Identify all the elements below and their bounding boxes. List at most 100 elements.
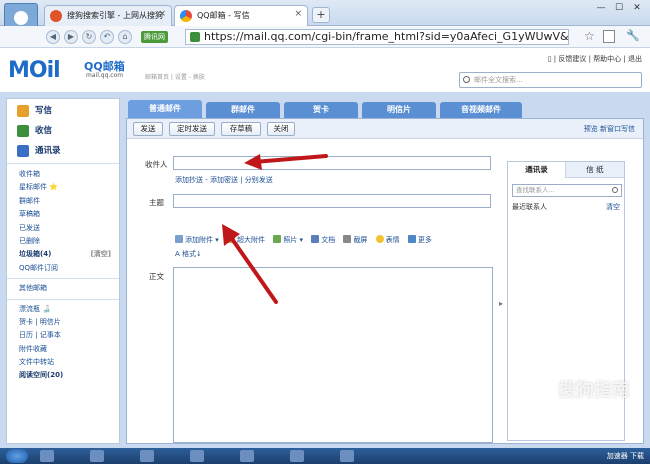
taskbar-app-icon[interactable] (240, 450, 254, 462)
taskbar-app-icon[interactable] (90, 450, 104, 462)
header-sub-links[interactable]: 邮箱首页 | 设置 - 换肤 (145, 72, 205, 81)
folder-inbox[interactable]: 收件箱 (7, 168, 119, 181)
watermark-text: 搜狗指南 (558, 380, 630, 401)
sidebar-item-inbox[interactable]: 收信 (7, 121, 119, 141)
to-field[interactable] (173, 156, 491, 170)
document-button[interactable]: 文档 (311, 235, 335, 244)
send-button[interactable]: 发送 (133, 122, 163, 136)
folder-spam-label: 垃圾箱(4) (19, 250, 52, 259)
save-draft-button[interactable]: 存草稿 (221, 122, 261, 136)
taskbar-app-icon[interactable] (140, 450, 154, 462)
more-button[interactable]: 更多 (407, 235, 432, 244)
sidebar-item-contacts[interactable]: 通讯录 (7, 141, 119, 161)
add-attachment-button[interactable]: 添加附件 ▾ (175, 235, 219, 244)
logout-link[interactable]: 退出 (628, 55, 642, 63)
clear-spam-link[interactable]: [清空] (91, 248, 111, 261)
schedule-send-button[interactable]: 定时发送 (169, 122, 215, 136)
folder-group[interactable]: 群邮件 (7, 195, 119, 208)
format-link[interactable]: A 格式↓ (175, 249, 202, 259)
screenshot-button[interactable]: 截屏 (343, 235, 368, 244)
folder-spam[interactable]: 垃圾箱(4) [清空] (7, 248, 119, 261)
app-cards[interactable]: 贺卡 | 明信片 (7, 316, 119, 329)
folder-list: 收件箱 星标邮件 ⭐ 群邮件 草稿箱 已发送 已删除 垃圾箱(4) [清空] Q… (7, 164, 119, 383)
help-link[interactable]: 帮助中心 (593, 55, 621, 63)
tab-postcard[interactable]: 明信片 (362, 102, 436, 118)
taskbar-app-icon[interactable] (190, 450, 204, 462)
app-file-transfer[interactable]: 文件中转站 (7, 356, 119, 369)
tab-greeting-card[interactable]: 贺卡 (284, 102, 358, 118)
browser-tab-qqmail[interactable]: QQ邮箱 - 写信 × (174, 5, 308, 26)
attach-bar: 添加附件 ▾ 超大附件 照片 ▾ 文档 截屏 表情 更多 (175, 235, 515, 245)
address-bar[interactable]: https://mail.qq.com/cgi-bin/frame_html?s… (185, 29, 569, 45)
app-attachments[interactable]: 附件收藏 (7, 343, 119, 356)
scissors-icon (343, 235, 352, 243)
start-button[interactable] (6, 449, 28, 463)
qqmail-logo[interactable]: MOil (8, 58, 61, 83)
tab-group-mail[interactable]: 群邮件 (206, 102, 280, 118)
subject-field[interactable] (173, 194, 491, 208)
large-attachment-button[interactable]: 超大附件 (226, 235, 265, 244)
logo-domain: mail.qq.com (86, 72, 124, 79)
subject-label: 主题 (149, 198, 164, 207)
maximize-button[interactable]: ☐ (610, 2, 628, 16)
compose-toolbar: 发送 定时发送 存草稿 关闭 预览 新窗口写信 (127, 119, 643, 139)
refresh-icon[interactable]: ↻ (82, 30, 96, 44)
other-mailboxes[interactable]: 其他邮箱 (7, 282, 119, 295)
tab-av-mail[interactable]: 音视频邮件 (440, 102, 522, 118)
taskbar-app-icon[interactable] (340, 450, 354, 462)
emoji-button[interactable]: 表情 (375, 235, 400, 244)
app-drift-bottle[interactable]: 漂流瓶 🍶 (7, 303, 119, 316)
large-attachment-label: 超大附件 (236, 236, 265, 244)
folder-deleted[interactable]: 已删除 (7, 235, 119, 248)
taskbar-app-icon[interactable] (40, 450, 54, 462)
forward-icon[interactable]: ▶ (64, 30, 78, 44)
main-area: 写信 收信 通讯录 收件箱 星标邮件 ⭐ 群邮件 草稿箱 已发送 已删除 垃圾箱… (0, 92, 650, 448)
photo-button[interactable]: 照片 ▾ (273, 235, 303, 244)
browser-tab-sogou[interactable]: 搜狗搜索引擎 - 上网从搜狗 × (44, 5, 172, 26)
mail-search-input[interactable]: 邮件全文搜索... (459, 72, 642, 88)
folder-drafts[interactable]: 草稿箱 (7, 208, 119, 221)
close-window-button[interactable]: ✕ (628, 2, 646, 16)
browser-titlebar: 搜狗搜索引擎 - 上网从搜狗 × QQ邮箱 - 写信 × + — ☐ ✕ (0, 0, 650, 43)
star-icon[interactable]: ☆ (584, 29, 595, 43)
tab-contacts[interactable]: 通讯录 (508, 162, 566, 178)
search-icon (612, 187, 618, 193)
sogou-icon (50, 10, 62, 22)
clear-recent-link[interactable]: 清空 (606, 202, 620, 212)
folder-subscriptions[interactable]: QQ邮件订阅 (7, 262, 119, 275)
cc-links[interactable]: 添加抄送 - 添加密送 | 分别发送 (175, 175, 273, 185)
sidebar-item-compose[interactable]: 写信 (7, 101, 119, 121)
tab-label: 搜狗搜索引擎 - 上网从搜狗 (67, 11, 163, 20)
back-icon[interactable]: ◀ (46, 30, 60, 44)
screenshot-label: 截屏 (353, 236, 368, 244)
taskbar-app-icon[interactable] (290, 450, 304, 462)
app-calendar[interactable]: 日历 | 记事本 (7, 329, 119, 342)
photo-label: 照片 ▾ (283, 236, 303, 244)
wrench-icon[interactable]: 🔧 (626, 29, 640, 42)
body-editor[interactable] (173, 267, 493, 443)
minimize-button[interactable]: — (592, 2, 610, 16)
sidebar-main: 写信 收信 通讯录 (7, 99, 119, 164)
folder-sent[interactable]: 已发送 (7, 222, 119, 235)
phone-icon: ▯ (547, 55, 552, 63)
browser-icon (180, 10, 192, 22)
close-icon[interactable]: × (158, 9, 166, 19)
search-placeholder: 邮件全文搜索... (474, 76, 523, 84)
os-taskbar: 加速器 下载 (0, 448, 650, 464)
folder-starred[interactable]: 星标邮件 ⭐ (7, 181, 119, 194)
undo-icon[interactable]: ↶ (100, 30, 114, 44)
feedback-link[interactable]: 反馈建议 (558, 55, 586, 63)
close-icon[interactable]: × (294, 9, 302, 19)
tab-stationery[interactable]: 信 纸 (566, 162, 624, 178)
tab-normal-mail[interactable]: 普通邮件 (128, 100, 202, 118)
preview-links[interactable]: 预览 新窗口写信 (584, 124, 635, 134)
page-icon[interactable] (603, 30, 615, 43)
contact-search-input[interactable]: 查找联系人... (512, 184, 622, 197)
compose-tabs: 普通邮件 群邮件 贺卡 明信片 音视频邮件 (126, 100, 644, 118)
new-tab-button[interactable]: + (312, 7, 330, 23)
collapse-panel-icon[interactable]: ▸ (499, 299, 503, 308)
system-tray[interactable]: 加速器 下载 (607, 451, 644, 461)
app-reading-space[interactable]: 阅读空间(20) (7, 369, 119, 382)
home-icon[interactable]: ⌂ (118, 30, 132, 44)
close-button[interactable]: 关闭 (267, 122, 295, 136)
